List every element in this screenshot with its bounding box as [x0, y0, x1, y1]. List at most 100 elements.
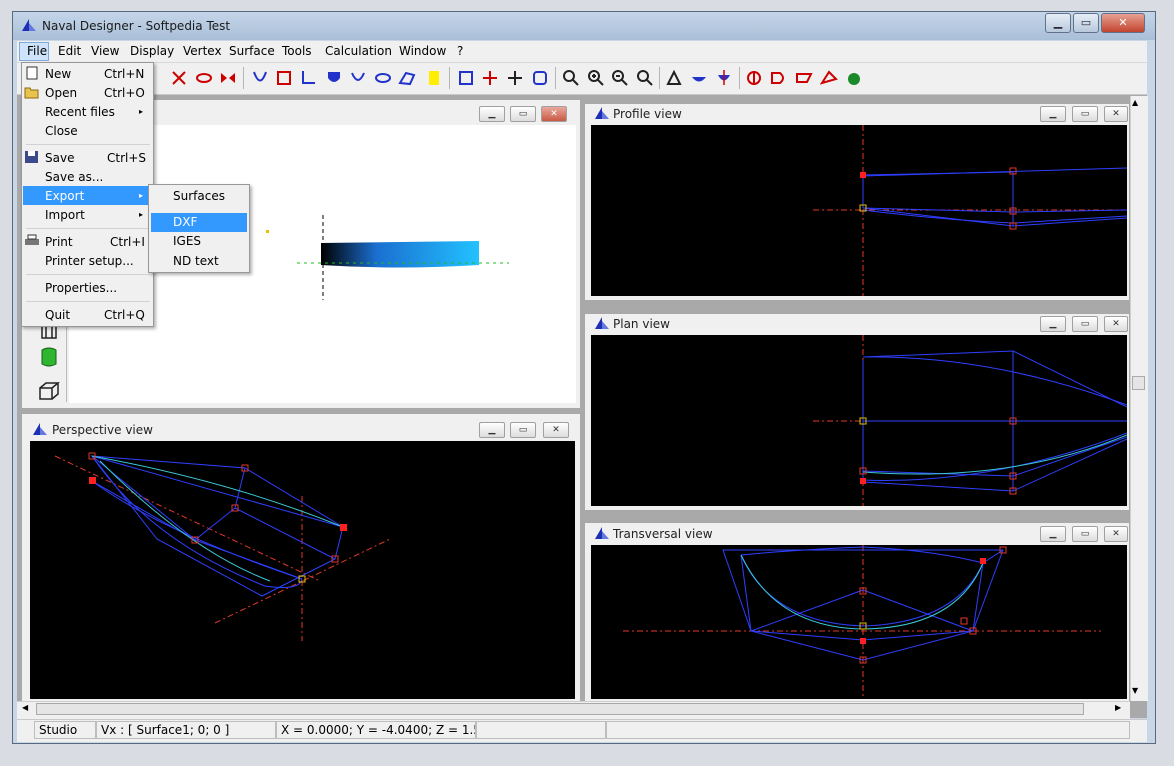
- tool-grid-icon[interactable]: [425, 69, 443, 87]
- profile-view-canvas[interactable]: [591, 125, 1127, 296]
- zoom-all-icon[interactable]: [636, 69, 654, 87]
- tool-scissors-icon[interactable]: [170, 69, 188, 87]
- tool-shield-icon[interactable]: [325, 69, 343, 87]
- perspective-close-button[interactable]: ✕: [543, 422, 569, 438]
- vertical-scroll-thumb[interactable]: [1132, 376, 1145, 390]
- vertical-scrollbar[interactable]: [1130, 96, 1148, 701]
- menu-window[interactable]: Window: [399, 44, 446, 58]
- submenu-item-dxf[interactable]: DXF: [173, 215, 197, 229]
- transversal-maximize-button[interactable]: ▭: [1072, 526, 1098, 542]
- menu-surface[interactable]: Surface: [229, 44, 275, 58]
- menu-item-recent-files[interactable]: Recent files: [45, 105, 115, 119]
- tool-hydrostatics-icon[interactable]: [690, 69, 708, 87]
- rendered-maximize-button[interactable]: ▭: [510, 106, 536, 122]
- menu-display[interactable]: Display: [130, 44, 174, 58]
- submenu-arrow-icon: ▸: [139, 210, 144, 219]
- menu-item-printer-setup[interactable]: Printer setup...: [45, 254, 134, 268]
- palette-box-icon[interactable]: [38, 382, 60, 400]
- plan-view-title: Plan view: [613, 317, 670, 331]
- zoom-out-icon[interactable]: [611, 69, 629, 87]
- tool-section-icon[interactable]: [251, 69, 269, 87]
- profile-maximize-button[interactable]: ▭: [1072, 106, 1098, 122]
- plan-view-canvas[interactable]: [591, 335, 1127, 506]
- plan-maximize-button[interactable]: ▭: [1072, 316, 1098, 332]
- status-vertex: Vx : [ Surface1; 0; 0 ]: [96, 721, 276, 739]
- submenu-item-nd-text[interactable]: ND text: [173, 254, 219, 268]
- tool-fit-icon[interactable]: [457, 69, 475, 87]
- scroll-up-icon[interactable]: ▲: [1132, 98, 1138, 107]
- menu-item-properties[interactable]: Properties...: [45, 281, 117, 295]
- menu-tools[interactable]: Tools: [282, 44, 312, 58]
- menu-item-save-as[interactable]: Save as...: [45, 170, 103, 184]
- perspective-minimize-button[interactable]: ▁: [479, 422, 505, 438]
- menu-file[interactable]: File: [27, 44, 47, 58]
- tool-perspective-icon[interactable]: [820, 69, 838, 87]
- maximize-button[interactable]: ▭: [1073, 13, 1099, 33]
- menu-calculation[interactable]: Calculation: [325, 44, 392, 58]
- menu-view[interactable]: View: [91, 44, 119, 58]
- app-logo-icon: [22, 19, 36, 31]
- tool-window-icon[interactable]: [531, 69, 549, 87]
- status-empty-1: [476, 721, 606, 739]
- horizontal-scroll-thumb[interactable]: [36, 703, 1084, 715]
- plan-view-icon: [595, 317, 609, 329]
- tool-move-icon[interactable]: [506, 69, 524, 87]
- plan-minimize-button[interactable]: ▁: [1040, 316, 1066, 332]
- open-folder-icon: [24, 87, 39, 99]
- tool-mesh-icon[interactable]: [398, 69, 416, 87]
- perspective-view-icon: [33, 423, 47, 435]
- menu-help[interactable]: ?: [457, 44, 463, 58]
- scroll-down-icon[interactable]: ▼: [1132, 686, 1138, 695]
- perspective-view-canvas[interactable]: [30, 441, 575, 699]
- close-button[interactable]: ✕: [1101, 13, 1145, 33]
- toolbar-separator: [449, 67, 450, 89]
- menu-vertex[interactable]: Vertex: [183, 44, 222, 58]
- status-mode: Studio: [34, 721, 96, 739]
- menu-item-import[interactable]: Import: [45, 208, 85, 222]
- tool-center-icon[interactable]: [481, 69, 499, 87]
- menu-separator: [26, 301, 150, 302]
- zoom-in-icon[interactable]: [587, 69, 605, 87]
- menu-item-new[interactable]: New: [45, 67, 71, 81]
- tool-grid-select-icon[interactable]: [275, 69, 293, 87]
- plan-close-button[interactable]: ✕: [1104, 316, 1128, 332]
- perspective-maximize-button[interactable]: ▭: [510, 422, 536, 438]
- rendered-close-button[interactable]: ✕: [541, 106, 567, 122]
- transversal-minimize-button[interactable]: ▁: [1040, 526, 1066, 542]
- tool-buttock-icon[interactable]: [374, 69, 392, 87]
- tool-plan-icon[interactable]: [770, 69, 788, 87]
- tool-profile-icon[interactable]: [795, 69, 813, 87]
- profile-close-button[interactable]: ✕: [1104, 106, 1128, 122]
- tool-mirror-icon[interactable]: [219, 69, 237, 87]
- perspective-view-title: Perspective view: [52, 423, 153, 437]
- profile-minimize-button[interactable]: ▁: [1040, 106, 1066, 122]
- menu-item-export[interactable]: Export: [45, 189, 84, 203]
- rendered-minimize-button[interactable]: ▁: [479, 106, 505, 122]
- submenu-item-iges[interactable]: IGES: [173, 234, 201, 248]
- scroll-left-icon[interactable]: ◀: [22, 703, 28, 712]
- tool-stability-icon[interactable]: [715, 69, 733, 87]
- transversal-close-button[interactable]: ✕: [1104, 526, 1128, 542]
- transversal-view-title: Transversal view: [613, 527, 713, 541]
- menu-edit[interactable]: Edit: [58, 44, 81, 58]
- tool-axis-icon[interactable]: [299, 69, 317, 87]
- tool-weight-icon[interactable]: [665, 69, 683, 87]
- tool-cross-hull-icon[interactable]: [195, 69, 213, 87]
- tool-transversal-icon[interactable]: [745, 69, 763, 87]
- menu-item-close[interactable]: Close: [45, 124, 78, 138]
- menu-item-save[interactable]: Save: [45, 151, 74, 165]
- tool-waterline-icon[interactable]: [349, 69, 367, 87]
- menu-shortcut-new: Ctrl+N: [104, 67, 145, 81]
- toolbar-separator: [243, 67, 244, 89]
- submenu-arrow-icon: ▸: [139, 191, 144, 200]
- transversal-view-canvas[interactable]: [591, 545, 1127, 699]
- scroll-right-icon[interactable]: ▶: [1115, 703, 1121, 712]
- menu-item-print[interactable]: Print: [45, 235, 73, 249]
- menu-item-quit[interactable]: Quit: [45, 308, 70, 322]
- tool-render-icon[interactable]: [845, 69, 863, 87]
- zoom-window-icon[interactable]: [562, 69, 580, 87]
- minimize-button[interactable]: ▁: [1045, 13, 1071, 33]
- menu-item-open[interactable]: Open: [45, 86, 77, 100]
- palette-solid-icon[interactable]: [38, 346, 60, 368]
- submenu-item-surfaces[interactable]: Surfaces: [173, 189, 225, 203]
